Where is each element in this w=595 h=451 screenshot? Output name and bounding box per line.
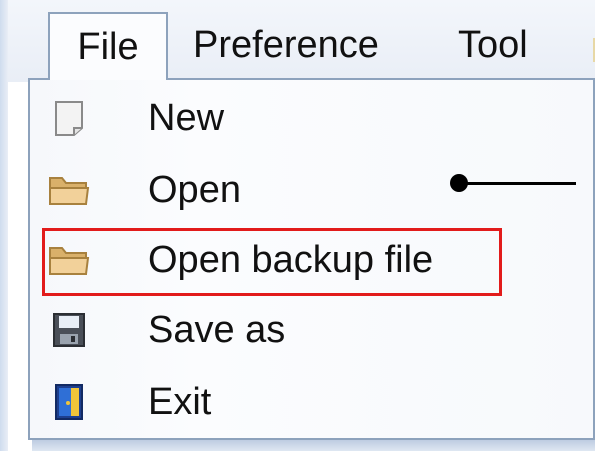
menu-item-new[interactable]: New	[30, 84, 593, 152]
menu-preference[interactable]: Preference	[193, 12, 403, 80]
callout-line	[466, 182, 576, 185]
menu-file[interactable]: File	[48, 12, 168, 80]
menu-item-label: Open	[148, 169, 241, 211]
exit-door-icon	[44, 382, 92, 422]
folder-icon	[44, 170, 92, 210]
menubar: File Preference Tool	[8, 0, 595, 82]
menu-item-exit[interactable]: Exit	[30, 368, 593, 436]
menu-item-open[interactable]: Open	[30, 156, 593, 224]
new-document-icon	[44, 98, 92, 138]
menu-tool[interactable]: Tool	[458, 12, 548, 80]
menu-item-label: Exit	[148, 381, 212, 423]
window-left-edge	[0, 0, 8, 451]
menu-item-label: New	[148, 97, 225, 139]
floppy-disk-icon	[44, 310, 92, 350]
file-dropdown-menu: New Open Open backup file Save as Exit	[28, 78, 595, 440]
highlight-annotation-box	[42, 228, 502, 296]
menu-item-label: Save as	[148, 309, 286, 351]
menu-item-save-as[interactable]: Save as	[30, 296, 593, 364]
screenshot-stage: File Preference Tool New Open Open backu…	[0, 0, 595, 451]
